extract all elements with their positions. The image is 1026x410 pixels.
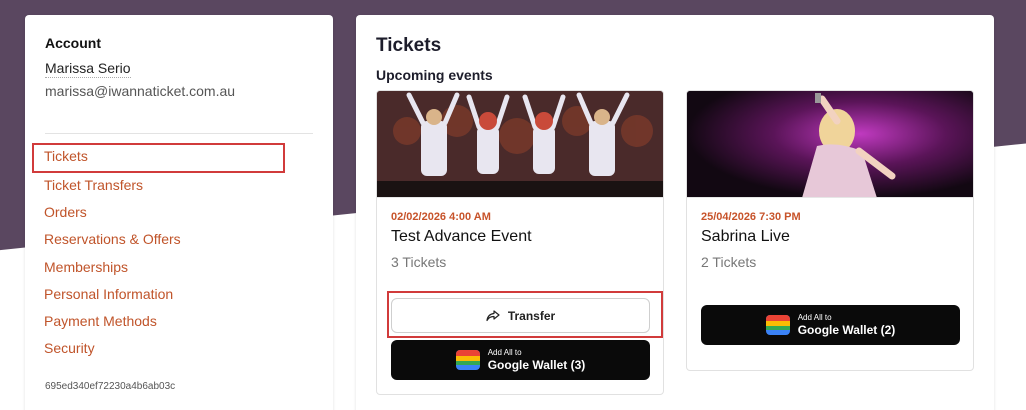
event-card: 25/04/2026 7:30 PM Sabrina Live 2 Ticket… (686, 90, 974, 371)
wallet-text: Add All to Google Wallet (3) (487, 348, 586, 372)
user-email: marissa@iwannaticket.com.au (45, 83, 236, 99)
section-title: Upcoming events (376, 67, 493, 83)
sidebar-item-memberships[interactable]: Memberships (32, 254, 312, 281)
page-title: Tickets (376, 35, 442, 56)
event-date: 02/02/2026 4:00 AM (391, 211, 491, 223)
ticket-count: 3 Tickets (391, 254, 447, 270)
event-name: Test Advance Event (391, 228, 532, 245)
user-name: Marissa Serio (45, 60, 131, 78)
transfer-label: Transfer (507, 308, 556, 323)
share-forward-icon (486, 309, 500, 321)
event-date: 25/04/2026 7:30 PM (701, 211, 801, 223)
sidebar-item-personal-information[interactable]: Personal Information (32, 281, 312, 308)
event-name: Sabrina Live (701, 228, 790, 245)
tickets-panel: Tickets Upcoming events 02/02/2026 4:00 … (356, 15, 994, 410)
account-sidebar: Account Marissa Serio marissa@iwannatick… (25, 15, 333, 410)
sidebar-item-tickets[interactable]: Tickets (32, 143, 285, 173)
event-image-art (687, 91, 973, 197)
account-heading: Account (45, 35, 101, 51)
sidebar-item-orders[interactable]: Orders (32, 199, 312, 226)
sidebar-item-reservations-offers[interactable]: Reservations & Offers (32, 226, 312, 253)
transfer-button[interactable]: Transfer (391, 298, 650, 333)
wallet-text: Add All to Google Wallet (2) (797, 313, 896, 337)
user-id: 695ed340ef72230a4b6ab03c (45, 381, 176, 392)
event-image-art (377, 91, 663, 197)
event-image (687, 91, 973, 198)
wallet-small-label: Add All to (487, 348, 522, 357)
sidebar-item-security[interactable]: Security (32, 335, 312, 362)
google-wallet-icon (765, 315, 790, 335)
add-to-google-wallet-button[interactable]: Add All to Google Wallet (3) (391, 340, 650, 380)
wallet-big-label: Google Wallet (2) (797, 323, 896, 337)
event-card: 02/02/2026 4:00 AM Test Advance Event 3 … (376, 90, 664, 395)
google-wallet-icon (455, 350, 480, 370)
ticket-count: 2 Tickets (701, 254, 757, 270)
event-image (377, 91, 663, 198)
account-nav: Tickets Ticket Transfers Orders Reservat… (32, 143, 312, 362)
wallet-small-label: Add All to (797, 313, 832, 322)
add-to-google-wallet-button[interactable]: Add All to Google Wallet (2) (701, 305, 960, 345)
sidebar-divider (45, 133, 313, 134)
wallet-big-label: Google Wallet (3) (487, 358, 586, 372)
sidebar-item-ticket-transfers[interactable]: Ticket Transfers (32, 172, 312, 199)
sidebar-item-payment-methods[interactable]: Payment Methods (32, 308, 312, 335)
